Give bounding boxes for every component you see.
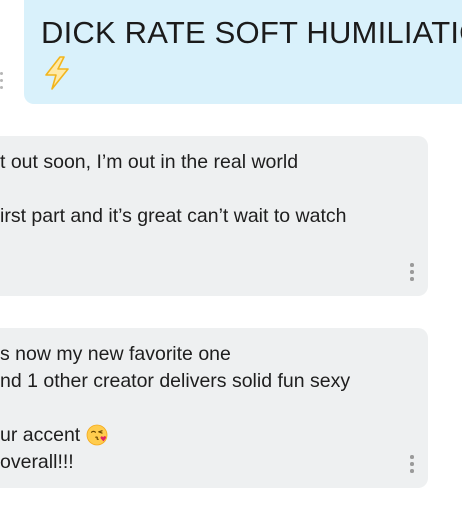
more-options-icon[interactable] [406, 455, 418, 475]
post-title: DICK RATE SOFT HUMILIATION [41, 15, 462, 50]
comment-text: ur accent [0, 424, 81, 446]
comment-text-line: nd 1 other creator delivers solid fun se… [0, 370, 351, 392]
drag-handle-icon[interactable] [0, 72, 4, 90]
comment-text-line: irst part and it’s great can’t wait to w… [0, 205, 347, 227]
screen: DICK RATE SOFT HUMILIATION t out soon, I… [0, 0, 462, 512]
comment-text-line-with-emoji: ur accent [0, 423, 108, 447]
face-blowing-kiss-icon [86, 424, 108, 446]
comment-text-line: overall!!! [0, 451, 74, 473]
comment-card: s now my new favorite one nd 1 other cre… [0, 328, 428, 488]
post-title-card[interactable]: DICK RATE SOFT HUMILIATION [24, 0, 462, 104]
comment-card: t out soon, I’m out in the real world ir… [0, 136, 428, 296]
comment-text-line: s now my new favorite one [0, 343, 231, 365]
more-options-icon[interactable] [406, 263, 418, 283]
comment-text-line: t out soon, I’m out in the real world [0, 151, 299, 173]
high-voltage-icon [45, 56, 69, 90]
